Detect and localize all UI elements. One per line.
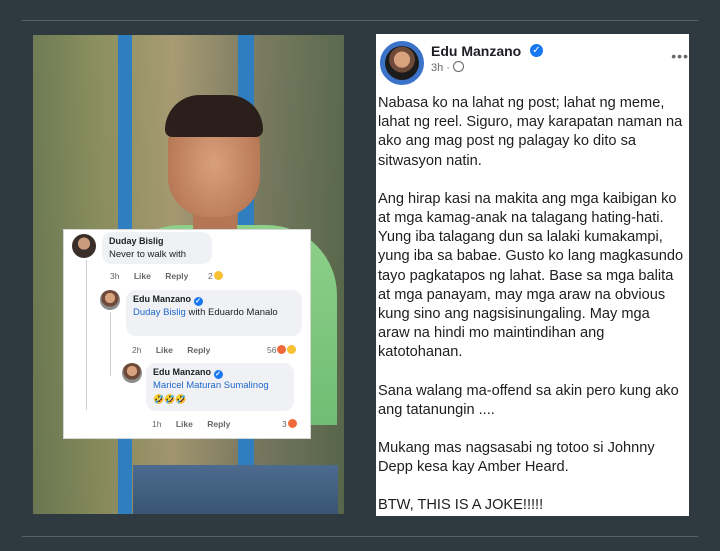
comment-author[interactable]: Edu Manzano bbox=[133, 294, 191, 304]
reaction-count[interactable]: 2 bbox=[208, 271, 223, 281]
comment-bubble: Edu Manzano ✓ Maricel Maturan Sumalinog … bbox=[146, 363, 294, 411]
verified-badge-icon: ✓ bbox=[193, 297, 203, 306]
comment-text: Never to walk with bbox=[109, 249, 187, 260]
comment-actions: 3h Like Reply bbox=[110, 271, 200, 281]
avatar[interactable] bbox=[122, 363, 142, 383]
thread-line bbox=[86, 260, 87, 410]
reaction-number: 2 bbox=[208, 271, 213, 281]
comment-text: Duday Bislig with Eduardo Manalo bbox=[133, 307, 283, 319]
top-divider bbox=[22, 20, 698, 21]
comment-body: with Eduardo Manalo bbox=[185, 307, 278, 318]
comment-time: 1h bbox=[152, 419, 162, 429]
hair bbox=[165, 95, 263, 137]
reply-button[interactable]: Reply bbox=[187, 345, 210, 355]
reaction-number: 56 bbox=[267, 345, 277, 355]
avatar[interactable] bbox=[72, 234, 96, 258]
comment-emoji-text: 🤣🤣🤣 bbox=[153, 394, 187, 404]
thread-line bbox=[110, 312, 111, 376]
reaction-count[interactable]: 56 bbox=[267, 345, 297, 355]
mention-link[interactable]: Duday Bislig bbox=[133, 307, 186, 318]
bottom-divider bbox=[22, 536, 698, 537]
reaction-count[interactable]: 3 bbox=[282, 419, 297, 429]
avatar-photo bbox=[385, 46, 419, 80]
angry-emoji-icon bbox=[277, 345, 287, 354]
like-button[interactable]: Like bbox=[134, 271, 151, 281]
avatar[interactable] bbox=[100, 290, 120, 310]
comment-time: 2h bbox=[132, 345, 142, 355]
comment-bubble: Duday Bislig Never to walk with bbox=[102, 232, 212, 264]
post-body: Nabasa ko na lahat ng post; lahat ng mem… bbox=[378, 94, 684, 516]
comment-actions: 1h Like Reply bbox=[152, 419, 242, 429]
like-button[interactable]: Like bbox=[176, 419, 193, 429]
post-time[interactable]: 3h bbox=[431, 62, 443, 74]
post-paragraph: Sana walang ma-offend sa akin pero kung … bbox=[378, 382, 679, 418]
reaction-number: 3 bbox=[282, 419, 287, 429]
post-meta: 3h · bbox=[431, 61, 464, 74]
angry-emoji-icon bbox=[287, 419, 297, 428]
comment-bubble: Edu Manzano ✓ Duday Bislig with Eduardo … bbox=[126, 290, 302, 336]
mention-link[interactable]: Maricel Maturan Sumalinog bbox=[153, 380, 269, 392]
verified-badge-icon: ✓ bbox=[213, 370, 223, 379]
facebook-post: Edu Manzano ✓ 3h · ••• Nabasa ko na laha… bbox=[376, 34, 689, 516]
post-paragraph: Nabasa ko na lahat ng post; lahat ng mem… bbox=[378, 95, 683, 169]
more-options-icon[interactable]: ••• bbox=[671, 48, 689, 64]
post-paragraph: BTW, THIS IS A JOKE!!!!! bbox=[378, 497, 544, 514]
like-button[interactable]: Like bbox=[156, 345, 173, 355]
post-paragraph: Ang hirap kasi na makita ang mga kaibiga… bbox=[378, 190, 684, 361]
verified-badge-icon: ✓ bbox=[530, 44, 543, 57]
comment-actions: 2h Like Reply bbox=[132, 345, 222, 355]
jeans bbox=[133, 465, 338, 514]
post-author[interactable]: Edu Manzano bbox=[431, 43, 521, 59]
comment-time: 3h bbox=[110, 271, 120, 281]
globe-icon bbox=[452, 61, 464, 72]
laugh-emoji-icon bbox=[287, 345, 297, 354]
post-paragraph: Mukang mas nagsasabi ng totoo si Johnny … bbox=[378, 440, 655, 476]
laugh-emoji-icon bbox=[213, 271, 223, 280]
comment-thread: Duday Bislig Never to walk with 3h Like … bbox=[63, 229, 311, 439]
comment-author[interactable]: Edu Manzano bbox=[153, 367, 211, 377]
reply-button[interactable]: Reply bbox=[165, 271, 188, 281]
reply-button[interactable]: Reply bbox=[207, 419, 230, 429]
avatar[interactable] bbox=[380, 41, 424, 85]
comment-author[interactable]: Duday Bislig bbox=[109, 236, 164, 246]
